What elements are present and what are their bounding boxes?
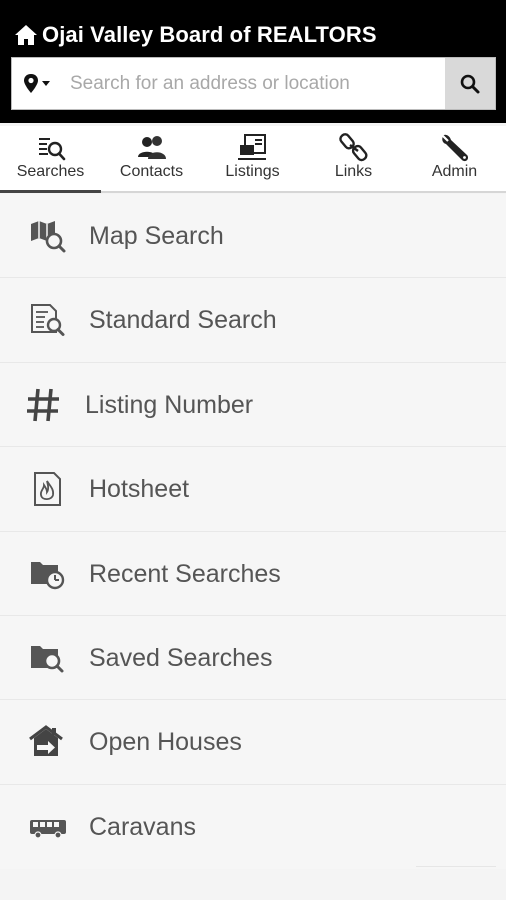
bus-icon <box>30 819 66 839</box>
divider <box>416 866 496 867</box>
search-icon <box>460 74 480 93</box>
map-pin-icon <box>24 73 50 93</box>
tab-label: Listings <box>225 163 280 180</box>
map-search-icon <box>31 221 66 253</box>
menu-item-saved-searches[interactable]: Saved Searches <box>0 615 506 701</box>
tab-label: Contacts <box>119 163 184 180</box>
tab-admin[interactable]: Admin <box>404 126 505 191</box>
flame-document-icon <box>34 472 61 507</box>
contacts-icon <box>137 136 166 159</box>
menu-item-label: Listing Number <box>85 390 254 419</box>
link-icon <box>338 133 368 162</box>
menu-item-label: Hotsheet <box>89 475 190 504</box>
location-dropdown-button[interactable] <box>12 58 62 109</box>
tab-links[interactable]: Links <box>303 126 404 191</box>
house-arrow-icon <box>29 725 63 757</box>
tab-listings[interactable]: Listings <box>202 126 303 191</box>
app-title: Ojai Valley Board of REALTORS <box>42 22 377 47</box>
menu-item-recent-searches[interactable]: Recent Searches <box>0 531 506 616</box>
tab-bar: Searches Contacts Listings Links Admin <box>0 126 506 193</box>
title-row: Ojai Valley Board of REALTORS <box>14 20 377 50</box>
menu-item-label: Caravans <box>89 812 196 841</box>
tab-contacts[interactable]: Contacts <box>101 126 202 191</box>
search-button[interactable] <box>445 58 495 109</box>
search-bar <box>11 57 496 110</box>
menu-item-label: Open Houses <box>89 728 242 757</box>
menu-item-map-search[interactable]: Map Search <box>0 194 506 279</box>
wrench-icon <box>441 134 468 162</box>
search-list-icon <box>38 138 65 161</box>
menu-item-label: Standard Search <box>89 306 277 335</box>
menu-item-hotsheet[interactable]: Hotsheet <box>0 447 506 532</box>
tab-label: Admin <box>431 163 478 180</box>
listings-icon <box>237 134 266 160</box>
home-icon[interactable] <box>14 24 38 46</box>
menu-item-open-houses[interactable]: Open Houses <box>0 700 506 785</box>
menu-item-label: Saved Searches <box>89 643 273 672</box>
menu-item-label: Map Search <box>89 222 224 250</box>
hash-icon <box>27 388 59 421</box>
menu-item-listing-number[interactable]: Listing Number <box>0 362 506 448</box>
app-header: Ojai Valley Board of REALTORS <box>0 0 506 123</box>
menu-item-caravans[interactable]: Caravans <box>0 784 506 870</box>
tab-label: Searches <box>16 163 85 180</box>
tab-searches[interactable]: Searches <box>0 126 101 193</box>
folder-clock-icon <box>31 561 65 589</box>
menu-item-standard-search[interactable]: Standard Search <box>0 278 506 363</box>
searches-menu: Map Search Standard Search Listing Numbe… <box>0 194 506 870</box>
menu-item-label: Recent Searches <box>89 559 281 588</box>
folder-search-icon <box>31 645 64 673</box>
caret-down-icon <box>42 80 50 86</box>
document-search-icon <box>31 304 65 337</box>
tab-label: Links <box>334 163 373 180</box>
search-input[interactable] <box>70 58 446 109</box>
